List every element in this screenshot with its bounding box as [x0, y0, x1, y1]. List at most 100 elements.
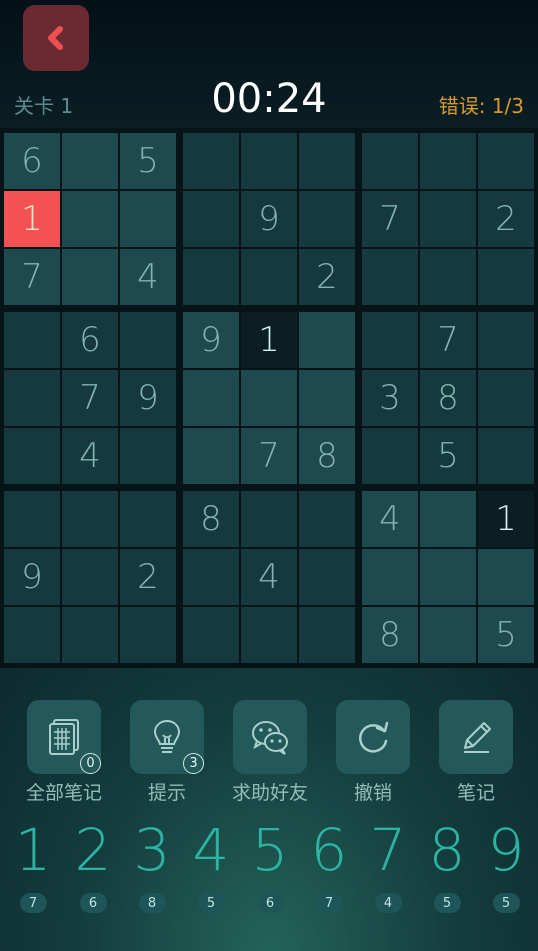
sudoku-cell-r5c5[interactable] — [241, 370, 297, 426]
sudoku-cell-r4c5[interactable]: 1 — [241, 312, 297, 368]
number-key-9[interactable]: 95 — [477, 815, 535, 913]
number-key-1[interactable]: 17 — [4, 815, 62, 913]
sudoku-cell-r2c1[interactable]: 1 — [4, 191, 60, 247]
sudoku-cell-r7c7[interactable]: 4 — [362, 491, 418, 547]
sudoku-cell-r9c2[interactable] — [62, 607, 118, 663]
number-key-7[interactable]: 74 — [359, 815, 417, 913]
sudoku-cell-r2c7[interactable]: 7 — [362, 191, 418, 247]
hint-button[interactable]: 3 提示 — [117, 700, 217, 805]
sudoku-cell-r8c5[interactable]: 4 — [241, 549, 297, 605]
ask-friend-button[interactable]: 求助好友 — [220, 700, 320, 805]
sudoku-cell-r1c7[interactable] — [362, 133, 418, 189]
sudoku-cell-r1c9[interactable] — [478, 133, 534, 189]
sudoku-cell-r5c1[interactable] — [4, 370, 60, 426]
sudoku-cell-r6c9[interactable] — [478, 428, 534, 484]
number-key-6[interactable]: 67 — [300, 815, 358, 913]
sudoku-cell-r3c2[interactable] — [62, 249, 118, 305]
sudoku-cell-r9c4[interactable] — [183, 607, 239, 663]
sudoku-cell-r3c9[interactable] — [478, 249, 534, 305]
sudoku-cell-r8c3[interactable]: 2 — [120, 549, 176, 605]
sudoku-cell-r4c2[interactable]: 6 — [62, 312, 118, 368]
sudoku-cell-r7c9[interactable]: 1 — [478, 491, 534, 547]
sudoku-cell-r9c8[interactable] — [420, 607, 476, 663]
sudoku-cell-r9c1[interactable] — [4, 607, 60, 663]
sudoku-cell-r8c7[interactable] — [362, 549, 418, 605]
sudoku-cell-r5c7[interactable]: 3 — [362, 370, 418, 426]
sudoku-cell-r3c7[interactable] — [362, 249, 418, 305]
sudoku-cell-r9c3[interactable] — [120, 607, 176, 663]
sudoku-cell-r3c6[interactable]: 2 — [299, 249, 355, 305]
back-button[interactable] — [23, 5, 89, 71]
sudoku-cell-r8c9[interactable] — [478, 549, 534, 605]
sudoku-cell-r2c2[interactable] — [62, 191, 118, 247]
sudoku-cell-r4c6[interactable] — [299, 312, 355, 368]
sudoku-cell-r2c5[interactable]: 9 — [241, 191, 297, 247]
sudoku-cell-r7c1[interactable] — [4, 491, 60, 547]
sudoku-cell-r7c6[interactable] — [299, 491, 355, 547]
sudoku-cell-r7c8[interactable] — [420, 491, 476, 547]
sudoku-cell-r6c8[interactable]: 5 — [420, 428, 476, 484]
sudoku-cell-r1c4[interactable] — [183, 133, 239, 189]
sudoku-cell-r3c3[interactable]: 4 — [120, 249, 176, 305]
notes-grid-icon — [49, 719, 79, 755]
sudoku-cell-r4c8[interactable]: 7 — [420, 312, 476, 368]
sudoku-cell-r2c9[interactable]: 2 — [478, 191, 534, 247]
sudoku-cell-r4c3[interactable] — [120, 312, 176, 368]
sudoku-cell-r7c2[interactable] — [62, 491, 118, 547]
sudoku-cell-r5c9[interactable] — [478, 370, 534, 426]
sudoku-cell-r9c9[interactable]: 5 — [478, 607, 534, 663]
sudoku-cell-r7c4[interactable]: 8 — [183, 491, 239, 547]
number-key-4[interactable]: 45 — [182, 815, 240, 913]
sudoku-cell-r4c4[interactable]: 9 — [183, 312, 239, 368]
sudoku-cell-r6c6[interactable]: 8 — [299, 428, 355, 484]
number-key-2[interactable]: 26 — [64, 815, 122, 913]
sudoku-cell-r9c5[interactable] — [241, 607, 297, 663]
sudoku-cell-r1c1[interactable]: 6 — [4, 133, 60, 189]
sudoku-cell-r7c3[interactable] — [120, 491, 176, 547]
sudoku-cell-r6c3[interactable] — [120, 428, 176, 484]
sudoku-cell-r8c8[interactable] — [420, 549, 476, 605]
sudoku-cell-r3c1[interactable]: 7 — [4, 249, 60, 305]
sudoku-cell-r6c4[interactable] — [183, 428, 239, 484]
sudoku-cell-r5c6[interactable] — [299, 370, 355, 426]
sudoku-cell-r8c1[interactable]: 9 — [4, 549, 60, 605]
sudoku-cell-r2c3[interactable] — [120, 191, 176, 247]
remaining-count-badge: 5 — [492, 893, 520, 913]
sudoku-cell-r4c1[interactable] — [4, 312, 60, 368]
number-key-digit: 2 — [74, 816, 112, 884]
sudoku-cell-r5c4[interactable] — [183, 370, 239, 426]
sudoku-cell-r5c8[interactable]: 8 — [420, 370, 476, 426]
sudoku-cell-r8c2[interactable] — [62, 549, 118, 605]
sudoku-cell-r4c9[interactable] — [478, 312, 534, 368]
sudoku-cell-r1c5[interactable] — [241, 133, 297, 189]
sudoku-cell-r6c1[interactable] — [4, 428, 60, 484]
sudoku-cell-r4c7[interactable] — [362, 312, 418, 368]
sudoku-cell-r3c8[interactable] — [420, 249, 476, 305]
sudoku-cell-r1c6[interactable] — [299, 133, 355, 189]
sudoku-cell-r1c3[interactable]: 5 — [120, 133, 176, 189]
sudoku-cell-r9c6[interactable] — [299, 607, 355, 663]
sudoku-cell-r1c2[interactable] — [62, 133, 118, 189]
sudoku-cell-r2c4[interactable] — [183, 191, 239, 247]
all-notes-button[interactable]: 0 全部笔记 — [14, 700, 114, 805]
sudoku-cell-r3c4[interactable] — [183, 249, 239, 305]
number-key-3[interactable]: 38 — [123, 815, 181, 913]
sudoku-cell-r3c5[interactable] — [241, 249, 297, 305]
all-notes-label: 全部笔记 — [25, 782, 102, 804]
sudoku-cell-r2c8[interactable] — [420, 191, 476, 247]
sudoku-cell-r9c7[interactable]: 8 — [362, 607, 418, 663]
sudoku-cell-r2c6[interactable] — [299, 191, 355, 247]
sudoku-cell-r8c6[interactable] — [299, 549, 355, 605]
sudoku-cell-r6c2[interactable]: 4 — [62, 428, 118, 484]
number-key-5[interactable]: 56 — [241, 815, 299, 913]
number-key-8[interactable]: 85 — [418, 815, 476, 913]
sudoku-cell-r1c8[interactable] — [420, 133, 476, 189]
undo-button[interactable]: 撤销 — [323, 700, 423, 805]
sudoku-cell-r7c5[interactable] — [241, 491, 297, 547]
sudoku-cell-r6c7[interactable] — [362, 428, 418, 484]
sudoku-cell-r6c5[interactable]: 7 — [241, 428, 297, 484]
sudoku-cell-r5c2[interactable]: 7 — [62, 370, 118, 426]
sudoku-cell-r8c4[interactable] — [183, 549, 239, 605]
sudoku-cell-r5c3[interactable]: 9 — [120, 370, 176, 426]
notes-toggle-button[interactable]: 笔记 — [426, 700, 526, 805]
